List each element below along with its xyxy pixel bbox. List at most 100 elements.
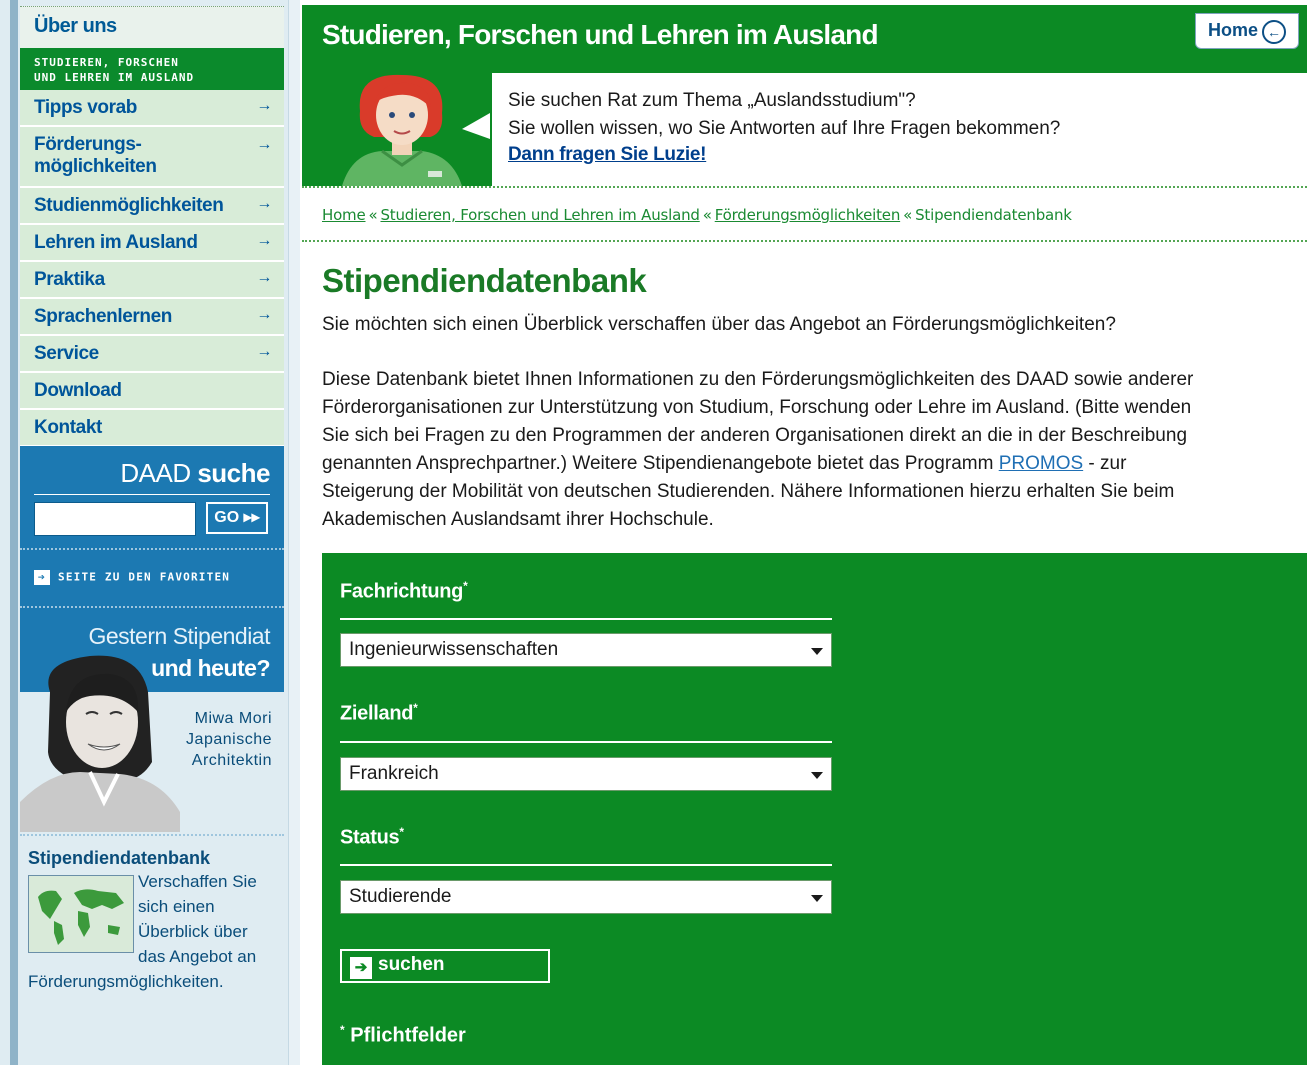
nav-item-label: Tipps vorab xyxy=(34,97,137,118)
nav-item-lehren-im-ausland[interactable]: Lehren im Ausland → xyxy=(20,225,284,262)
dropdown-arrow-icon xyxy=(811,772,823,779)
status-label: Status* xyxy=(340,825,404,850)
nav-section-header[interactable]: STUDIEREN, FORSCHEN UND LEHREN IM AUSLAN… xyxy=(20,48,284,90)
sidebar-edge xyxy=(288,0,300,1065)
suchen-label: suchen xyxy=(378,954,445,975)
breadcrumb-foerderung[interactable]: Förderungsmöglichkeiten xyxy=(715,206,901,224)
back-arrow-icon: ← xyxy=(1262,20,1286,44)
nav-item-label: Praktika xyxy=(34,269,105,290)
ask-luzie-link[interactable]: Dann fragen Sie Luzie! xyxy=(508,144,707,166)
nav-item-download[interactable]: Download xyxy=(20,373,284,410)
desc-line: Akademischen Auslandsamt ihrer Hochschul… xyxy=(322,509,714,530)
arrow-right-icon: → xyxy=(256,97,272,114)
nav-item-service[interactable]: Service → xyxy=(20,336,284,373)
divider xyxy=(34,494,270,495)
required-mark: * xyxy=(340,1023,345,1037)
desc-line: Förderorganisationen zur Unterstützung v… xyxy=(322,397,1192,418)
promos-link[interactable]: PROMOS xyxy=(999,453,1083,474)
divider xyxy=(20,606,284,608)
portrait-caption: Miwa Mori Japanische Architektin xyxy=(186,708,272,771)
nav-item-tipps-vorab[interactable]: Tipps vorab → xyxy=(20,90,284,127)
nav-item-praktika[interactable]: Praktika → xyxy=(20,262,284,299)
zielland-value: Frankreich xyxy=(349,763,439,784)
portrait-role-line1: Japanische xyxy=(186,731,272,748)
nav-ueber-uns[interactable]: Über uns xyxy=(20,6,284,48)
luzie-avatar[interactable] xyxy=(312,73,492,186)
portrait-name: Miwa Mori xyxy=(194,710,272,727)
luzie-speech-bubble: Sie suchen Rat zum Thema „Auslandsstudiu… xyxy=(492,73,1307,186)
breadcrumb-separator: « xyxy=(903,206,913,224)
nav-item-foerderungsmoeglichkeiten[interactable]: Förderungs- möglichkeiten → xyxy=(20,127,284,188)
stipendien-teaser[interactable]: Stipendiendatenbank Verschaffen Sie sich… xyxy=(20,834,284,994)
breadcrumb: Home «Studieren, Forschen und Lehren im A… xyxy=(322,206,1072,224)
fachrichtung-value: Ingenieurwissenschaften xyxy=(349,639,559,660)
nav-item-label: Kontakt xyxy=(34,417,102,438)
required-mark: * xyxy=(413,701,418,715)
stipendien-teaser-title[interactable]: Stipendiendatenbank xyxy=(28,848,284,869)
desc-line: - zur xyxy=(1083,453,1127,474)
search-go-button[interactable]: GO ▸▸ xyxy=(206,502,268,534)
required-note-text: Pflichtfelder xyxy=(350,1024,466,1047)
divider xyxy=(340,864,832,866)
nav-item-sprachenlernen[interactable]: Sprachenlernen → xyxy=(20,299,284,336)
status-select[interactable]: Studierende xyxy=(340,880,832,914)
desc-line: Sie sich bei Fragen zu den Programmen de… xyxy=(322,425,1188,446)
divider xyxy=(20,548,284,550)
search-title-regular: DAAD xyxy=(120,458,191,488)
nav-item-label: Sprachenlernen xyxy=(34,306,173,327)
page-header-title: Studieren, Forschen und Lehren im Auslan… xyxy=(322,19,879,50)
feature-line1: Gestern Stipendiat xyxy=(88,623,270,649)
status-value: Studierende xyxy=(349,886,452,907)
home-label: Home xyxy=(1208,20,1259,40)
suchen-button[interactable]: ➔ suchen xyxy=(340,949,550,983)
fachrichtung-label-text: Fachrichtung xyxy=(340,580,464,603)
search-input[interactable] xyxy=(34,502,196,536)
nav-item-label: Download xyxy=(34,380,122,401)
dropdown-arrow-icon xyxy=(811,895,823,902)
status-label-text: Status xyxy=(340,826,400,849)
luzie-line1: Sie suchen Rat zum Thema „Auslandsstudiu… xyxy=(508,90,916,111)
nav-item-studienmoeglichkeiten[interactable]: Studienmöglichkeiten → xyxy=(20,188,284,225)
zielland-select[interactable]: Frankreich xyxy=(340,757,832,791)
feature-portrait-area: Miwa Mori Japanische Architektin xyxy=(20,655,284,832)
breadcrumb-current: Stipendiendatenbank xyxy=(915,206,1072,224)
sidebar-stripe xyxy=(10,0,18,1065)
nav-item-label: Studienmöglichkeiten xyxy=(34,195,224,216)
dropdown-arrow-icon xyxy=(811,648,823,655)
nav-item-label-line2: möglichkeiten xyxy=(34,156,157,177)
arrow-right-icon: → xyxy=(256,195,272,212)
arrow-right-icon: → xyxy=(256,343,272,360)
desc-line: genannten Ansprechpartner.) Weitere Stip… xyxy=(322,453,999,474)
fachrichtung-label: Fachrichtung* xyxy=(340,579,468,604)
required-fields-note: * Pflichtfelder xyxy=(340,1023,466,1048)
page-header: Studieren, Forschen und Lehren im Auslan… xyxy=(302,5,1307,73)
desc-line: Diese Datenbank bietet Ihnen Information… xyxy=(322,369,1194,390)
nav-item-label: Lehren im Ausland xyxy=(34,232,198,253)
luzie-banner: Sie suchen Rat zum Thema „Auslandsstudiu… xyxy=(302,73,1307,186)
breadcrumb-separator: « xyxy=(702,206,712,224)
left-sidebar: Über uns STUDIEREN, FORSCHEN UND LEHREN … xyxy=(0,0,300,1065)
home-button[interactable]: Home ← xyxy=(1195,13,1299,49)
divider xyxy=(302,186,1307,188)
nav-item-label: Service xyxy=(34,343,99,364)
add-to-favorites-link[interactable]: ➔ SEITE ZU DEN FAVORITEN xyxy=(34,570,230,585)
search-title: DAAD suche xyxy=(120,458,270,489)
search-form: Fachrichtung* Ingenieurwissenschaften Zi… xyxy=(322,553,1307,1065)
breadcrumb-studieren[interactable]: Studieren, Forschen und Lehren im Auslan… xyxy=(380,206,699,224)
divider xyxy=(340,741,832,743)
arrow-right-icon: → xyxy=(256,232,272,249)
arrow-right-icon: → xyxy=(256,306,272,323)
nav-item-label-line1: Förderungs- xyxy=(34,134,142,155)
portrait-photo[interactable] xyxy=(20,652,180,832)
zielland-label: Zielland* xyxy=(340,701,418,726)
arrow-right-icon: → xyxy=(256,136,272,153)
nav-item-kontakt[interactable]: Kontakt xyxy=(20,410,284,447)
world-map-icon[interactable] xyxy=(28,875,134,953)
required-mark: * xyxy=(399,825,404,839)
required-mark: * xyxy=(463,579,468,593)
divider xyxy=(340,618,832,620)
arrow-right-icon: → xyxy=(256,269,272,286)
description-text: Diese Datenbank bietet Ihnen Information… xyxy=(322,366,1307,534)
breadcrumb-home[interactable]: Home xyxy=(322,206,366,224)
fachrichtung-select[interactable]: Ingenieurwissenschaften xyxy=(340,633,832,667)
